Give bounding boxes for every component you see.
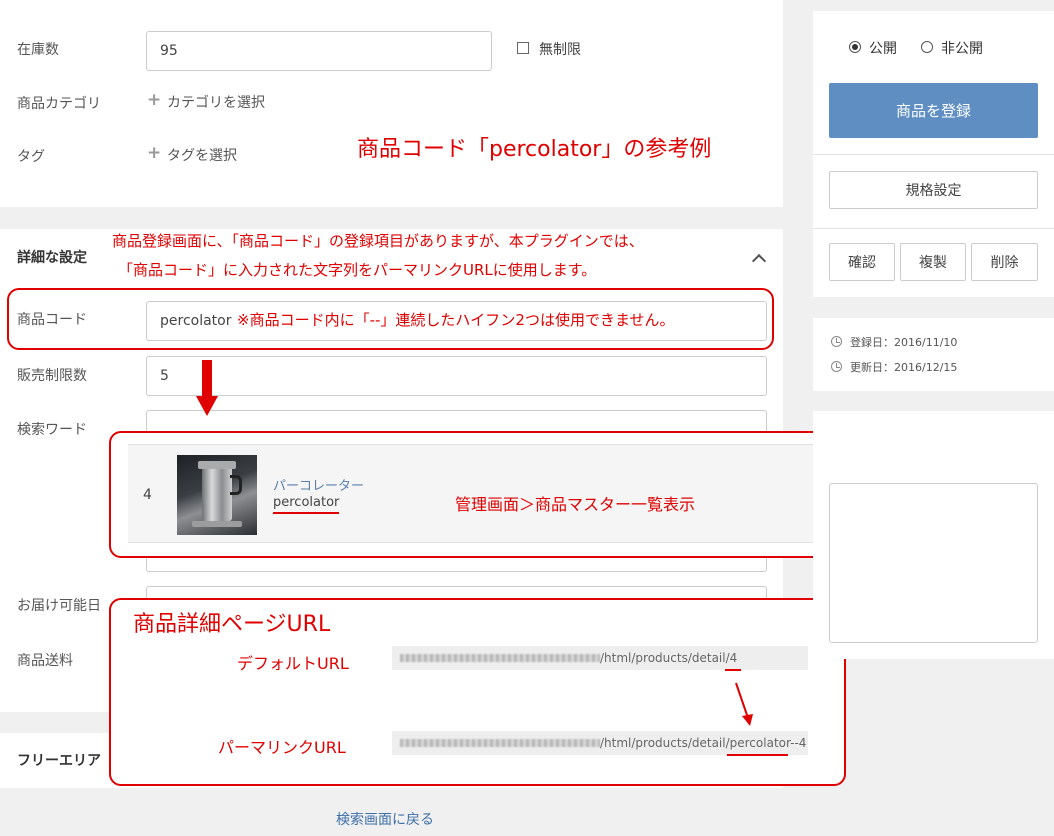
permalink-url-path: /html/products/detail/ (600, 736, 730, 750)
memo-card (813, 411, 1054, 659)
permalink-url-label: パーマリンクURL (218, 738, 346, 757)
free-area-title: フリーエリア (17, 753, 101, 769)
unlimited-checkbox[interactable] (517, 42, 529, 54)
default-url-path: /html/products/detail/ (600, 651, 730, 665)
unlimited-label: 無制限 (539, 42, 581, 58)
plus-icon: + (147, 143, 162, 163)
arrow-down-icon (196, 360, 218, 416)
confirm-button[interactable]: 確認 (829, 243, 895, 281)
clock-icon (831, 361, 842, 372)
basic-settings-card: 在庫数 95 無制限 商品カテゴリ + カテゴリを選択 タグ + タグを選択 商… (0, 0, 783, 207)
sale-limit-input[interactable]: 5 (146, 356, 767, 396)
divider (813, 154, 1054, 155)
product-code-highlight (7, 288, 774, 350)
product-thumbnail (177, 455, 257, 535)
product-id: 4 (143, 487, 152, 503)
permalink-url-bar: /html/products/detail/percolator--4 (392, 731, 808, 755)
shipping-fee-label: 商品送料 (17, 653, 73, 669)
explanation-line2: 「商品コード」に入力された文字列をパーマリンクURLに使用します。 (118, 261, 597, 279)
public-radio[interactable] (849, 41, 861, 53)
product-code-underline (273, 512, 339, 514)
updated-date: 更新日：2016/12/15 (850, 361, 958, 374)
clock-icon (831, 336, 842, 347)
stock-input[interactable]: 95 (146, 31, 492, 71)
register-product-button[interactable]: 商品を登録 (829, 83, 1038, 138)
publish-card: 公開 非公開 商品を登録 規格設定 確認 複製 削除 (813, 11, 1054, 297)
registered-date: 登録日：2016/11/10 (850, 336, 958, 349)
select-tag-link[interactable]: タグを選択 (167, 145, 237, 165)
chevron-up-icon[interactable] (751, 253, 767, 269)
product-code-text: percolator (273, 495, 340, 510)
arrow-down-icon (735, 682, 753, 726)
select-category-link[interactable]: カテゴリを選択 (167, 92, 265, 112)
private-radio[interactable] (921, 41, 933, 53)
public-label: 公開 (869, 41, 897, 57)
explanation-line1: 商品登録画面に、「商品コード」の登録項目がありますが、本プラグインでは、 (112, 232, 644, 250)
plus-icon: + (147, 90, 162, 110)
duplicate-button[interactable]: 複製 (900, 243, 966, 281)
default-url-label: デフォルトURL (237, 654, 349, 673)
product-name[interactable]: パーコレーター (273, 475, 364, 494)
list-caption-annotation: 管理画面＞商品マスター一覧表示 (455, 495, 696, 514)
redacted-host (400, 739, 600, 747)
detail-url-title: 商品詳細ページURL (133, 612, 331, 637)
redacted-host (400, 654, 600, 662)
permalink-url-slug: percolator--4 (729, 736, 807, 750)
default-url-bar: /html/products/detail/4 (392, 646, 808, 670)
example-title-annotation: 商品コード「percolator」の参考例 (357, 137, 712, 162)
search-word-label: 検索ワード (17, 422, 87, 438)
back-to-search-link[interactable]: 検索画面に戻る (336, 809, 434, 829)
memo-textarea[interactable] (829, 483, 1038, 643)
spec-settings-button[interactable]: 規格設定 (829, 171, 1038, 209)
delete-button[interactable]: 削除 (971, 243, 1038, 281)
stock-label: 在庫数 (17, 42, 59, 58)
permalink-slug-underline (727, 754, 788, 756)
divider (813, 228, 1054, 229)
sale-limit-label: 販売制限数 (17, 368, 87, 384)
detail-section-title: 詳細な設定 (17, 250, 87, 266)
dates-card: 登録日：2016/11/10 更新日：2016/12/15 (813, 318, 1054, 391)
default-id-underline (725, 669, 741, 671)
delivery-date-label: お届け可能日 (17, 598, 101, 614)
default-url-id: 4 (729, 651, 738, 665)
tag-label: タグ (17, 149, 45, 165)
category-label: 商品カテゴリ (17, 96, 101, 112)
private-label: 非公開 (941, 41, 983, 57)
